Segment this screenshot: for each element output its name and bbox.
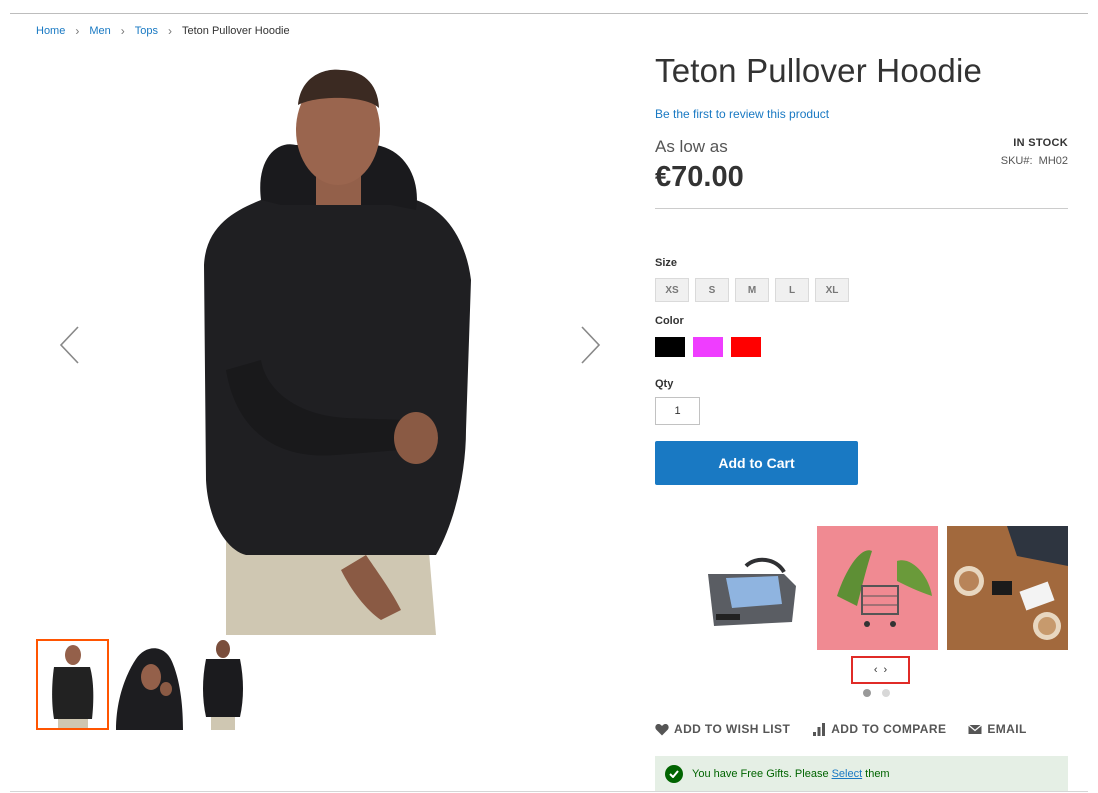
qty-label: Qty bbox=[655, 378, 674, 390]
checkmark-icon bbox=[665, 764, 683, 783]
thumbnail-hood-up[interactable] bbox=[111, 639, 184, 730]
carousel-dots bbox=[863, 689, 890, 697]
size-label: Size bbox=[655, 257, 678, 269]
select-gifts-link[interactable]: Select bbox=[832, 768, 863, 780]
compare-label: ADD TO COMPARE bbox=[831, 722, 947, 736]
product-main-image[interactable] bbox=[166, 50, 506, 635]
chevron-right-icon: › bbox=[75, 24, 80, 38]
related-item-messenger-bag[interactable] bbox=[686, 526, 807, 650]
price-box: As low as €70.00 IN STOCK SKU#: MH02 bbox=[655, 137, 1068, 197]
color-label: Color bbox=[655, 315, 684, 327]
sku-value: MH02 bbox=[1038, 155, 1068, 167]
review-link[interactable]: Be the first to review this product bbox=[655, 107, 829, 121]
size-option-xs[interactable]: XS bbox=[655, 278, 689, 302]
color-option-purple[interactable] bbox=[693, 337, 723, 357]
gift-message-text: You have Free Gifts. Please bbox=[692, 767, 829, 780]
gallery-prev-arrow-icon[interactable] bbox=[58, 325, 82, 365]
add-to-wishlist-link[interactable]: ADD TO WISH LIST bbox=[655, 722, 790, 736]
free-gift-message: You have Free Gifts. Please Select them bbox=[655, 756, 1068, 791]
carousel-dot[interactable] bbox=[882, 689, 890, 697]
related-carousel-nav: ‹ › bbox=[851, 656, 910, 684]
product-info: Teton Pullover Hoodie Be the first to re… bbox=[655, 50, 1068, 485]
thumbnail-front[interactable] bbox=[36, 639, 109, 730]
breadcrumb-home[interactable]: Home bbox=[36, 25, 65, 37]
chevron-right-icon: › bbox=[168, 24, 172, 38]
price-prefix: As low as bbox=[655, 137, 728, 156]
thumbnail-back[interactable] bbox=[186, 639, 259, 730]
bottom-divider bbox=[10, 791, 1088, 792]
carousel-dot[interactable] bbox=[863, 689, 871, 697]
carousel-prev-button[interactable]: ‹ bbox=[874, 664, 878, 676]
color-option-black[interactable] bbox=[655, 337, 685, 357]
related-products-carousel bbox=[686, 526, 1068, 656]
top-divider bbox=[10, 13, 1088, 14]
size-option-s[interactable]: S bbox=[695, 278, 729, 302]
size-swatches: XS S M L XL bbox=[655, 278, 1068, 302]
sku-label: SKU#: bbox=[1000, 155, 1033, 167]
related-item-desk-coffee[interactable] bbox=[947, 526, 1068, 650]
qty-input[interactable] bbox=[655, 397, 700, 425]
breadcrumb-current: Teton Pullover Hoodie bbox=[182, 25, 290, 37]
related-item-dinosaurs-cart[interactable] bbox=[817, 526, 938, 650]
breadcrumb-men[interactable]: Men bbox=[89, 25, 110, 37]
gift-message-after: them bbox=[865, 767, 890, 780]
size-option-l[interactable]: L bbox=[775, 278, 809, 302]
product-title: Teton Pullover Hoodie bbox=[655, 52, 983, 89]
heart-icon bbox=[655, 723, 669, 735]
breadcrumb: Home › Men › Tops › Teton Pullover Hoodi… bbox=[36, 24, 290, 38]
envelope-icon bbox=[968, 724, 983, 734]
wishlist-label: ADD TO WISH LIST bbox=[674, 722, 791, 736]
email-link[interactable]: EMAIL bbox=[968, 722, 1026, 736]
email-label: EMAIL bbox=[987, 722, 1027, 736]
breadcrumb-tops[interactable]: Tops bbox=[135, 25, 158, 37]
gallery-next-arrow-icon[interactable] bbox=[578, 325, 602, 365]
carousel-next-button[interactable]: › bbox=[884, 664, 888, 676]
add-to-cart-button[interactable]: Add to Cart bbox=[655, 441, 858, 485]
info-divider bbox=[655, 208, 1068, 209]
size-option-m[interactable]: M bbox=[735, 278, 769, 302]
product-gallery bbox=[36, 50, 636, 640]
stock-status: IN STOCK bbox=[1013, 137, 1068, 149]
color-option-red[interactable] bbox=[731, 337, 761, 357]
size-option-xl[interactable]: XL bbox=[815, 278, 849, 302]
product-social-links: ADD TO WISH LIST ADD TO COMPARE EMAIL bbox=[655, 722, 1049, 736]
color-swatches bbox=[655, 337, 1068, 357]
add-to-compare-link[interactable]: ADD TO COMPARE bbox=[812, 722, 946, 736]
bar-chart-icon bbox=[813, 722, 826, 736]
gallery-thumbnails bbox=[36, 639, 259, 730]
sku: SKU#: MH02 bbox=[1001, 155, 1068, 167]
chevron-right-icon: › bbox=[120, 24, 125, 38]
